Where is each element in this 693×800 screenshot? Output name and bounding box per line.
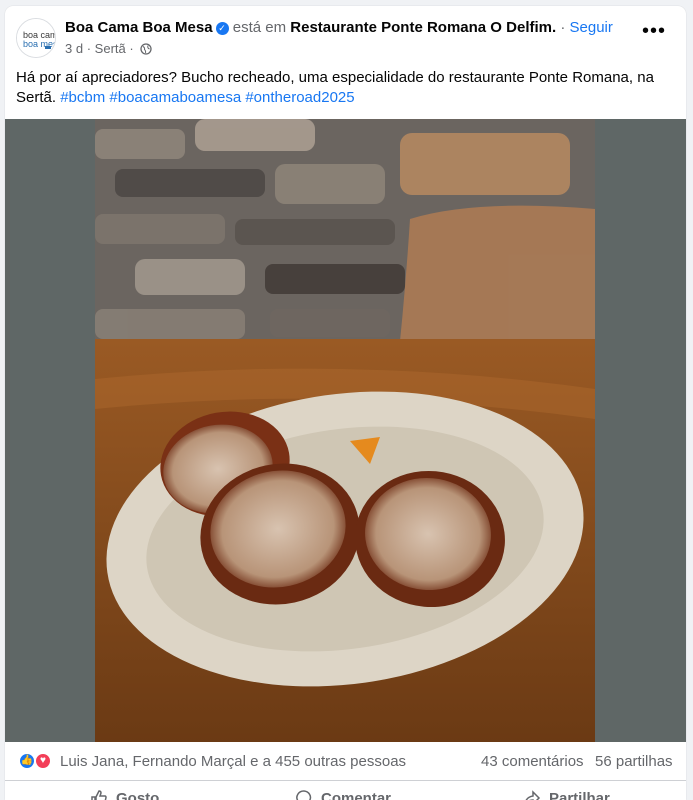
separator-dot-2: · bbox=[129, 41, 134, 56]
post-title-line: Boa Cama Boa Mesa ✓ está em Restaurante P… bbox=[65, 19, 613, 36]
page-logo: boa cama boa mesa bbox=[17, 19, 56, 57]
thumbs-up-icon bbox=[91, 790, 107, 800]
love-reaction-icon: ♥ bbox=[34, 752, 52, 770]
separator-dot: · bbox=[560, 19, 566, 36]
post-actions: Gosto Comentar Partilhar bbox=[5, 781, 686, 800]
post-meta-line: 3 d · Sertã · bbox=[65, 41, 152, 56]
comments-count[interactable]: 43 comentários bbox=[481, 753, 584, 770]
comment-label: Comentar bbox=[321, 790, 392, 800]
page-avatar[interactable]: boa cama boa mesa bbox=[16, 18, 56, 58]
location-link[interactable]: Restaurante Ponte Romana O Delfim. bbox=[290, 19, 556, 36]
hashtag-link[interactable]: #boacamaboamesa bbox=[109, 89, 241, 106]
bucho-recheado-image bbox=[95, 119, 595, 742]
hashtag-link[interactable]: #bcbm bbox=[60, 89, 105, 106]
food-photo[interactable] bbox=[95, 119, 595, 742]
verified-badge-icon: ✓ bbox=[215, 22, 229, 35]
post-header: boa cama boa mesa Boa Cama Boa Mesa✓ est… bbox=[5, 6, 686, 66]
post-media[interactable] bbox=[5, 119, 686, 742]
post-time-link[interactable]: 3 d bbox=[65, 41, 83, 56]
shares-count[interactable]: 56 partilhas bbox=[595, 753, 673, 770]
share-label: Partilhar bbox=[549, 790, 610, 800]
reaction-summary[interactable]: Luis Jana, Fernando Marçal e a 455 outra… bbox=[60, 753, 406, 770]
post-text: Há por aí apreciadores? Bucho recheado, … bbox=[16, 68, 666, 108]
share-button[interactable]: Partilhar bbox=[523, 789, 610, 800]
place-text: Sertã bbox=[94, 41, 126, 56]
globe-icon[interactable] bbox=[140, 43, 152, 55]
like-label: Gosto bbox=[116, 790, 160, 800]
more-options-button[interactable]: ••• bbox=[642, 21, 666, 48]
post-stats: 👍 ♥ Luis Jana, Fernando Marçal e a 455 o… bbox=[5, 742, 686, 781]
share-icon bbox=[525, 790, 541, 800]
hashtag-link[interactable]: #ontheroad2025 bbox=[245, 89, 354, 106]
meta-dot: · bbox=[86, 41, 92, 56]
comment-button[interactable]: Comentar bbox=[295, 789, 391, 800]
like-button[interactable]: Gosto bbox=[90, 789, 159, 800]
comment-icon bbox=[296, 790, 312, 800]
at-text: está em bbox=[232, 19, 287, 36]
post-card: boa cama boa mesa Boa Cama Boa Mesa✓ est… bbox=[5, 6, 686, 800]
follow-button[interactable]: Seguir bbox=[570, 19, 613, 36]
page-name-link[interactable]: Boa Cama Boa Mesa bbox=[65, 19, 213, 36]
logo-text-2: boa mesa bbox=[23, 39, 56, 49]
